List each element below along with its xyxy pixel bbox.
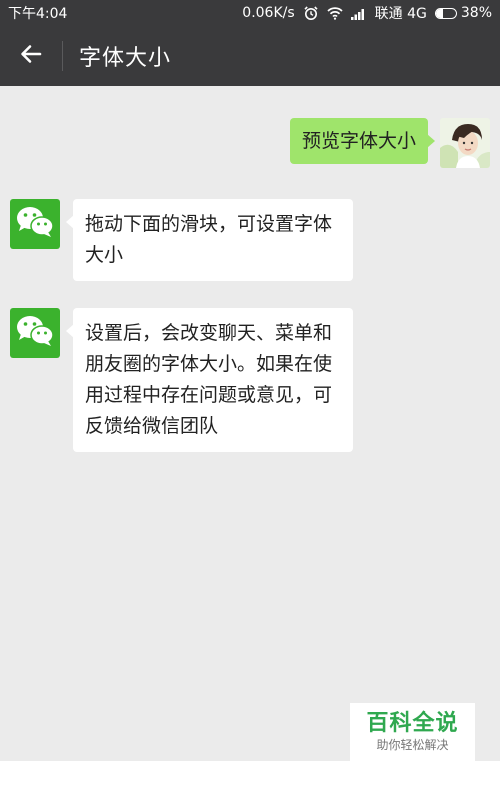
font-size-slider-panel [0, 761, 500, 790]
message-bubble: 预览字体大小 [289, 118, 436, 164]
message-bubble: 拖动下面的滑块，可设置字体大小 [66, 199, 353, 281]
message-bubble: 设置后，会改变聊天、菜单和朋友圈的字体大小。如果在使用过程中存在问题或意见，可反… [66, 308, 353, 452]
battery-percent: 38% [460, 5, 492, 21]
avatar[interactable] [10, 199, 60, 249]
carrier-label: 联通 4G [374, 6, 427, 22]
watermark-subtitle: 助你轻松解决 [376, 738, 449, 752]
message-user-preview: 预览字体大小 [289, 118, 490, 168]
status-right: 0.06K/s 联通 4G 38% [242, 3, 492, 23]
wechat-logo-icon [15, 204, 55, 244]
watermark-title: 百科全说 [366, 711, 459, 736]
status-bar: 下午4:04 0.06K/s 联通 4G 38% [0, 0, 500, 26]
battery-icon: 38% [434, 5, 492, 21]
avatar[interactable] [10, 308, 60, 358]
message-wechat-2: 设置后，会改变聊天、菜单和朋友圈的字体大小。如果在使用过程中存在问题或意见，可反… [10, 308, 353, 452]
message-wechat-1: 拖动下面的滑块，可设置字体大小 [10, 199, 353, 281]
status-time: 下午4:04 [8, 6, 68, 22]
title-bar: 字体大小 [0, 26, 500, 86]
chat-area: 预览字体大小 拖动下面的滑块，可设置字体大小 设置后，会改变聊天、菜单和朋友圈的… [0, 86, 500, 761]
back-button[interactable] [0, 26, 62, 86]
battery-fill [435, 8, 444, 18]
wechat-logo-icon [15, 313, 55, 353]
page-title: 字体大小 [79, 46, 172, 71]
wifi-icon [327, 6, 343, 20]
network-speed: 0.06K/s [242, 5, 295, 21]
avatar[interactable] [440, 118, 490, 168]
arrow-left-icon [19, 42, 43, 70]
battery-shell [434, 7, 457, 19]
watermark-logo: 百科全说 助你轻松解决 [350, 703, 475, 761]
alarm-icon [303, 5, 319, 21]
title-divider [62, 41, 63, 71]
signal-icon [350, 7, 367, 20]
